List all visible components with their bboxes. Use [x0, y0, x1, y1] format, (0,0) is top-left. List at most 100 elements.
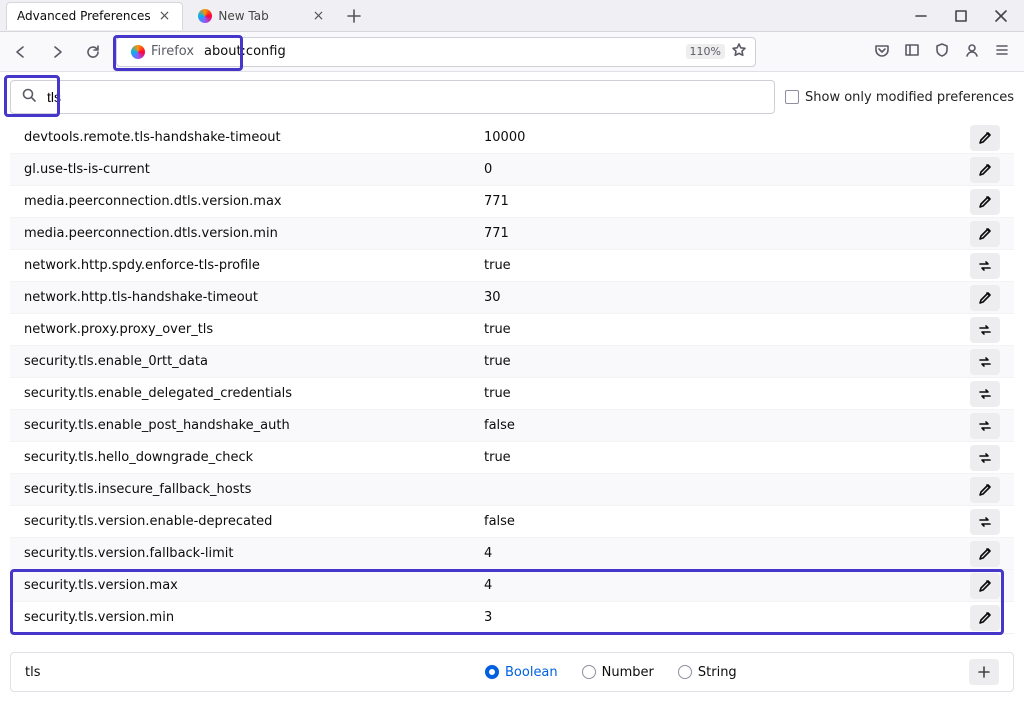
pref-toggle-button[interactable]: [970, 509, 1000, 535]
pref-row: network.http.spdy.enforce-tls-profiletru…: [10, 250, 1014, 282]
toggle-icon: [977, 450, 993, 466]
reload-button[interactable]: [80, 39, 106, 65]
pref-name: media.peerconnection.dtls.version.min: [24, 226, 484, 241]
pocket-button[interactable]: [874, 42, 890, 62]
pref-value: true: [484, 450, 970, 465]
toggle-icon: [977, 514, 993, 530]
pref-name: security.tls.enable_post_handshake_auth: [24, 418, 484, 433]
pref-value: 10000: [484, 130, 970, 145]
toggle-icon: [977, 258, 993, 274]
pref-value: true: [484, 386, 970, 401]
pref-edit-button[interactable]: [970, 573, 1000, 599]
zoom-badge[interactable]: 110%: [686, 44, 725, 59]
pref-row: network.http.tls-handshake-timeout30: [10, 282, 1014, 314]
type-radio-string[interactable]: String: [678, 665, 737, 680]
radio-label: String: [698, 665, 737, 680]
type-radio-number[interactable]: Number: [582, 665, 654, 680]
pref-row: security.tls.enable_post_handshake_authf…: [10, 410, 1014, 442]
config-search-input[interactable]: [45, 88, 764, 106]
new-tab-button[interactable]: [341, 3, 367, 29]
close-icon: [993, 8, 1009, 24]
window-minimize-button[interactable]: [902, 1, 940, 31]
pref-row: security.tls.version.fallback-limit4: [10, 538, 1014, 570]
firefox-icon: [198, 9, 212, 23]
pref-edit-button[interactable]: [970, 477, 1000, 503]
config-search-box[interactable]: [10, 80, 775, 114]
reload-icon: [85, 44, 101, 60]
minimize-icon: [913, 8, 929, 24]
bookmark-star-button[interactable]: [731, 42, 747, 62]
pref-name: security.tls.enable_0rtt_data: [24, 354, 484, 369]
pref-row: media.peerconnection.dtls.version.max771: [10, 186, 1014, 218]
tab-close-button[interactable]: ×: [311, 8, 327, 24]
pref-value: 4: [484, 546, 970, 561]
pref-toggle-button[interactable]: [970, 381, 1000, 407]
add-pref-row: tls Boolean Number String: [10, 652, 1014, 692]
browser-tabstrip: Advanced Preferences×New Tab×: [0, 0, 1024, 32]
config-search-row: Show only modified preferences: [0, 72, 1024, 122]
pref-edit-button[interactable]: [970, 285, 1000, 311]
pref-edit-button[interactable]: [970, 541, 1000, 567]
pref-name: security.tls.hello_downgrade_check: [24, 450, 484, 465]
url-bar[interactable]: Firefox about:config 110%: [116, 37, 756, 67]
pref-value: 30: [484, 290, 970, 305]
back-button[interactable]: [8, 39, 34, 65]
window-maximize-button[interactable]: [942, 1, 980, 31]
pref-value: true: [484, 354, 970, 369]
pref-name: network.http.tls-handshake-timeout: [24, 290, 484, 305]
pref-name: security.tls.version.min: [24, 610, 484, 625]
browser-tab[interactable]: Advanced Preferences×: [6, 2, 183, 30]
pref-name: security.tls.version.enable-deprecated: [24, 514, 484, 529]
shield-icon: [934, 42, 950, 58]
pref-row: security.tls.hello_downgrade_checktrue: [10, 442, 1014, 474]
pref-toggle-button[interactable]: [970, 349, 1000, 375]
pref-edit-button[interactable]: [970, 157, 1000, 183]
account-button[interactable]: [964, 42, 980, 62]
browser-toolbar: Firefox about:config 110%: [0, 32, 1024, 72]
identity-box[interactable]: Firefox: [125, 42, 200, 61]
tab-close-button[interactable]: ×: [157, 8, 173, 24]
toolbar-right-icons: [874, 42, 1016, 62]
pref-row: security.tls.version.enable-deprecatedfa…: [10, 506, 1014, 538]
pref-edit-button[interactable]: [970, 189, 1000, 215]
pref-edit-button[interactable]: [970, 221, 1000, 247]
forward-button[interactable]: [44, 39, 70, 65]
firefox-icon: [131, 45, 145, 59]
app-menu-button[interactable]: [994, 42, 1010, 62]
annotation-version-rows: security.tls.version.max4security.tls.ve…: [10, 570, 1014, 634]
pencil-icon: [977, 482, 993, 498]
pref-edit-button[interactable]: [970, 605, 1000, 631]
add-pref-button[interactable]: [969, 659, 999, 685]
pref-name: security.tls.insecure_fallback_hosts: [24, 482, 484, 497]
pref-edit-button[interactable]: [970, 125, 1000, 151]
pref-value: 3: [484, 610, 970, 625]
add-pref-name: tls: [25, 665, 485, 680]
window-close-button[interactable]: [982, 1, 1020, 31]
checkbox-icon: [785, 90, 799, 104]
browser-tab[interactable]: New Tab×: [187, 2, 337, 30]
maximize-icon: [953, 8, 969, 24]
sidebar-icon: [904, 42, 920, 58]
pref-name: gl.use-tls-is-current: [24, 162, 484, 177]
pref-toggle-button[interactable]: [970, 317, 1000, 343]
show-only-modified-toggle[interactable]: Show only modified preferences: [785, 90, 1014, 105]
pref-row: security.tls.enable_0rtt_datatrue: [10, 346, 1014, 378]
pref-name: security.tls.version.fallback-limit: [24, 546, 484, 561]
hamburger-icon: [994, 42, 1010, 58]
show-only-modified-label: Show only modified preferences: [805, 90, 1014, 105]
sidebar-button[interactable]: [904, 42, 920, 62]
pref-toggle-button[interactable]: [970, 445, 1000, 471]
type-radio-boolean[interactable]: Boolean: [485, 665, 558, 680]
tabs-container: Advanced Preferences×New Tab×: [6, 2, 341, 30]
pref-toggle-button[interactable]: [970, 253, 1000, 279]
shield-button[interactable]: [934, 42, 950, 62]
search-icon: [21, 87, 37, 107]
forward-icon: [49, 44, 65, 60]
pref-value: true: [484, 258, 970, 273]
pref-value: 4: [484, 578, 970, 593]
pref-toggle-button[interactable]: [970, 413, 1000, 439]
pref-value: true: [484, 322, 970, 337]
pocket-icon: [874, 42, 890, 58]
radio-icon: [582, 665, 596, 679]
plus-icon: [346, 8, 362, 24]
